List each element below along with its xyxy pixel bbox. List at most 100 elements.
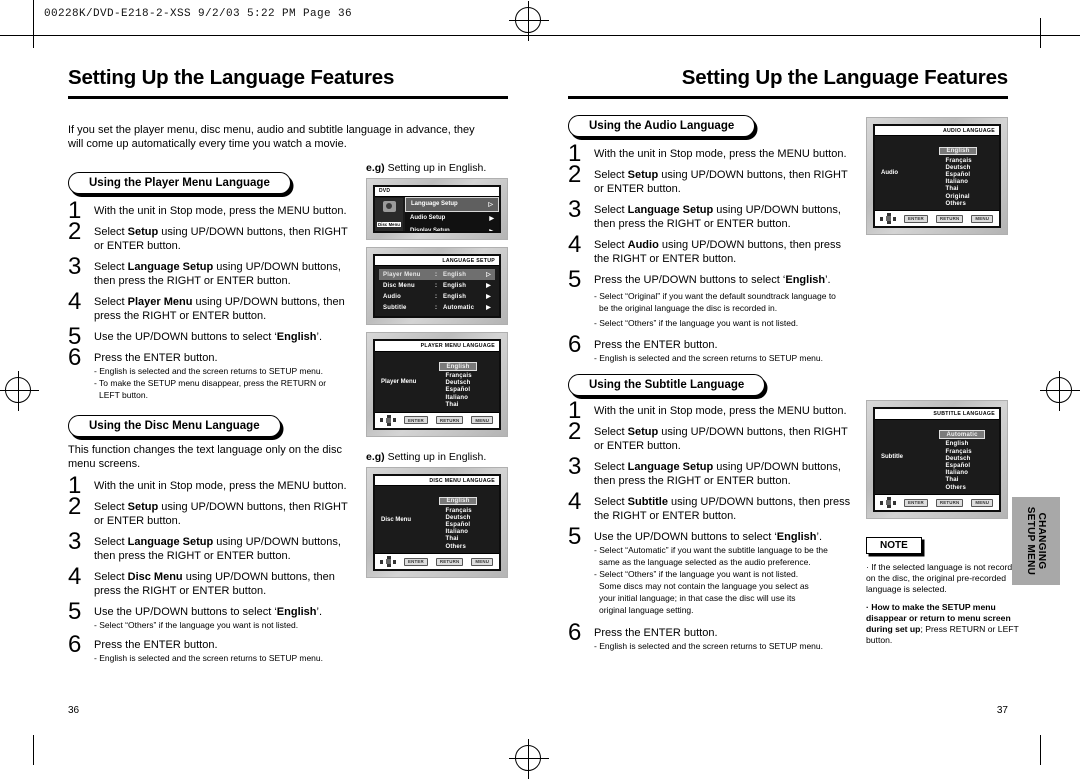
osd-key-return[interactable]: RETURN bbox=[935, 498, 964, 507]
step-text-bold: Setup bbox=[127, 500, 159, 513]
osd-language-option[interactable]: Deutsch bbox=[439, 514, 499, 521]
osd-title-audio-language: AUDIO LANGUAGE bbox=[875, 125, 999, 136]
osd-row-player-menu[interactable]: Player Menu : English ▷ bbox=[379, 269, 495, 280]
step-number: 6 bbox=[568, 618, 582, 646]
step-subnote: your initial language; in that case the … bbox=[599, 592, 796, 603]
step-text-pre: Use the UP/DOWN buttons to select ‘ bbox=[594, 530, 777, 543]
step-item: 2 Select Setup using UP/DOWN buttons, th… bbox=[68, 219, 356, 253]
osd-language-option[interactable]: Español bbox=[439, 521, 499, 528]
step-subnotes: - Select “Automatic” if you want the sub… bbox=[594, 545, 856, 616]
osd-language-option[interactable]: Español bbox=[439, 387, 499, 394]
osd-language-option[interactable]: Thai bbox=[439, 536, 499, 543]
osd-menu-item-audio-setup[interactable]: Audio Setup ▶ bbox=[405, 211, 499, 225]
osd-key-enter[interactable]: ENTER bbox=[904, 214, 928, 223]
step-subnotes: - Select “Original” if you want the defa… bbox=[594, 291, 856, 329]
osd-key-menu[interactable]: MENU bbox=[471, 416, 494, 424]
eg-caption-disc: e.g) Setting up in English. bbox=[366, 451, 508, 463]
osd-menu-item-display-setup[interactable]: Display Setup ▶ bbox=[405, 224, 499, 231]
osd-language-option[interactable]: English bbox=[939, 441, 999, 448]
osd-language-option[interactable]: Français bbox=[439, 373, 499, 380]
osd-row-audio[interactable]: Audio : English ▶ bbox=[379, 291, 495, 302]
osd-key-menu[interactable]: MENU bbox=[471, 557, 494, 566]
step-item: 2 Select Setup using UP/DOWN buttons, th… bbox=[68, 494, 356, 528]
osd-row-label: Audio bbox=[383, 293, 401, 300]
step-text-bold: Player Menu bbox=[127, 295, 193, 308]
osd-language-option[interactable]: Français bbox=[939, 157, 999, 164]
osd-language-option[interactable]: Original bbox=[939, 193, 999, 200]
step-text: Press the UP/DOWN buttons to select ‘Eng… bbox=[594, 273, 856, 287]
osd-row-label: Player Menu bbox=[383, 271, 421, 278]
osd-side-icon-disc-menu[interactable]: Disc Menu bbox=[377, 200, 401, 231]
osd-language-option[interactable]: Thai bbox=[439, 401, 499, 408]
left-intro-text: If you set the player menu, disc menu, a… bbox=[68, 123, 475, 151]
step-item: 4 Select Player Menu using UP/DOWN butto… bbox=[68, 289, 356, 323]
osd-language-option[interactable]: English bbox=[439, 362, 477, 371]
step-text-bold: Setup bbox=[127, 225, 159, 238]
step-text-pre: Press the UP/DOWN buttons to select ‘ bbox=[594, 273, 786, 286]
osd-row-colon: : bbox=[435, 282, 438, 289]
step-text: With the unit in Stop mode, press the ME… bbox=[94, 204, 347, 217]
step-item: 6 Press the ENTER button. - English is s… bbox=[68, 632, 356, 664]
osd-language-option[interactable]: Italiano bbox=[439, 394, 499, 401]
osd-setup-root-list: Language Setup ▷ Audio Setup ▶ Display S… bbox=[405, 196, 499, 231]
chevron-right-icon: ▷ bbox=[488, 201, 493, 208]
osd-row-disc-menu[interactable]: Disc Menu : English ▶ bbox=[379, 280, 495, 291]
osd-row-value: English bbox=[443, 293, 467, 300]
step-item: 1 With the unit in Stop mode, press the … bbox=[68, 473, 356, 497]
note-paragraph-2: · How to make the SETUP menu disappear o… bbox=[866, 602, 1026, 646]
osd-key-menu[interactable]: MENU bbox=[971, 214, 994, 223]
osd-key-enter[interactable]: ENTER bbox=[904, 498, 928, 507]
osd-key-enter[interactable]: ENTER bbox=[404, 557, 428, 566]
step-text-bold: Language Setup bbox=[127, 260, 214, 273]
right-title-rule bbox=[568, 95, 1008, 99]
osd-language-option[interactable]: Deutsch bbox=[939, 164, 999, 171]
chevron-right-icon: ▶ bbox=[486, 294, 491, 300]
step-text-pre: Select bbox=[594, 460, 628, 473]
step-text-pre: Select bbox=[94, 500, 128, 513]
audio-section-heading-wrap: Using the Audio Language bbox=[568, 114, 856, 137]
disc-menu-steps: 1 With the unit in Stop mode, press the … bbox=[68, 473, 356, 664]
osd-language-option[interactable]: Français bbox=[939, 448, 999, 455]
osd-language-option[interactable]: Español bbox=[939, 462, 999, 469]
osd-key-return[interactable]: RETURN bbox=[435, 557, 464, 566]
osd-menu-item-language-setup[interactable]: Language Setup ▷ bbox=[405, 196, 499, 212]
step-text: Select Setup using UP/DOWN buttons, then… bbox=[594, 425, 856, 453]
osd-left-label: Subtitle bbox=[881, 453, 903, 460]
dpad-icon bbox=[880, 497, 896, 509]
osd-language-option[interactable]: English bbox=[439, 496, 477, 506]
osd-language-option[interactable]: Thai bbox=[939, 186, 999, 193]
osd-row-colon: : bbox=[435, 293, 438, 300]
crop-tick-bottomleft bbox=[33, 735, 34, 765]
osd-language-option[interactable]: Deutsch bbox=[439, 380, 499, 387]
step-text-pre: Select bbox=[94, 535, 128, 548]
osd-menu-item-label: Audio Setup bbox=[410, 215, 446, 221]
osd-language-option[interactable]: Italiano bbox=[439, 529, 499, 536]
step-number: 4 bbox=[568, 230, 582, 258]
disc-menu-section-heading-wrap: Using the Disc Menu Language bbox=[68, 414, 356, 437]
osd-side-icon-label: Disc Menu bbox=[377, 221, 401, 227]
osd-language-option[interactable]: Others bbox=[939, 484, 999, 491]
osd-language-option[interactable]: Deutsch bbox=[939, 455, 999, 462]
chevron-right-icon: ▶ bbox=[486, 283, 491, 289]
osd-language-option[interactable]: Italiano bbox=[939, 179, 999, 186]
osd-language-option[interactable]: Others bbox=[439, 543, 499, 550]
osd-key-enter[interactable]: ENTER bbox=[404, 416, 428, 424]
osd-row-subtitle[interactable]: Subtitle : Automatic ▶ bbox=[379, 302, 495, 313]
osd-language-option[interactable]: Others bbox=[939, 200, 999, 207]
osd-language-option[interactable]: Automatic bbox=[939, 430, 985, 440]
crop-tick-topright bbox=[1040, 18, 1041, 48]
osd-language-option[interactable]: Italiano bbox=[939, 470, 999, 477]
step-item: 5 Use the UP/DOWN buttons to select ‘Eng… bbox=[68, 599, 356, 631]
osd-language-option[interactable]: Français bbox=[439, 507, 499, 514]
osd-language-option[interactable]: Thai bbox=[939, 477, 999, 484]
step-text: Select Language Setup using UP/DOWN butt… bbox=[594, 203, 856, 231]
osd-key-return[interactable]: RETURN bbox=[435, 416, 464, 424]
osd-button-bar: ENTER RETURN MENU bbox=[875, 494, 999, 511]
step-number: 3 bbox=[68, 252, 82, 280]
osd-language-option[interactable]: English bbox=[939, 146, 977, 156]
osd-key-menu[interactable]: MENU bbox=[971, 498, 994, 507]
step-text-post: ’. bbox=[816, 530, 823, 543]
osd-key-return[interactable]: RETURN bbox=[935, 214, 964, 223]
osd-language-option[interactable]: Español bbox=[939, 171, 999, 178]
note-box: NOTE · If the selected language is not r… bbox=[866, 535, 1026, 646]
